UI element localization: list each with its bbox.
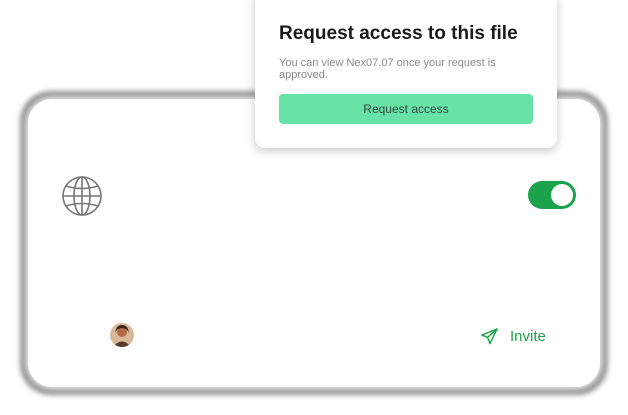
invite-label: Invite [510,327,546,345]
user-avatar[interactable] [110,323,134,347]
popup-title: Request access to this file [279,23,518,44]
access-toggle[interactable] [528,181,576,209]
request-access-popup: Request access to this file You can view… [255,0,557,148]
popup-description: You can view Nex07.07 once your request … [279,57,496,81]
invite-button[interactable]: Invite [480,325,546,347]
paper-plane-icon [480,327,499,346]
request-access-button[interactable]: Request access [279,94,533,124]
globe-icon [61,175,103,217]
toggle-knob [551,184,573,206]
